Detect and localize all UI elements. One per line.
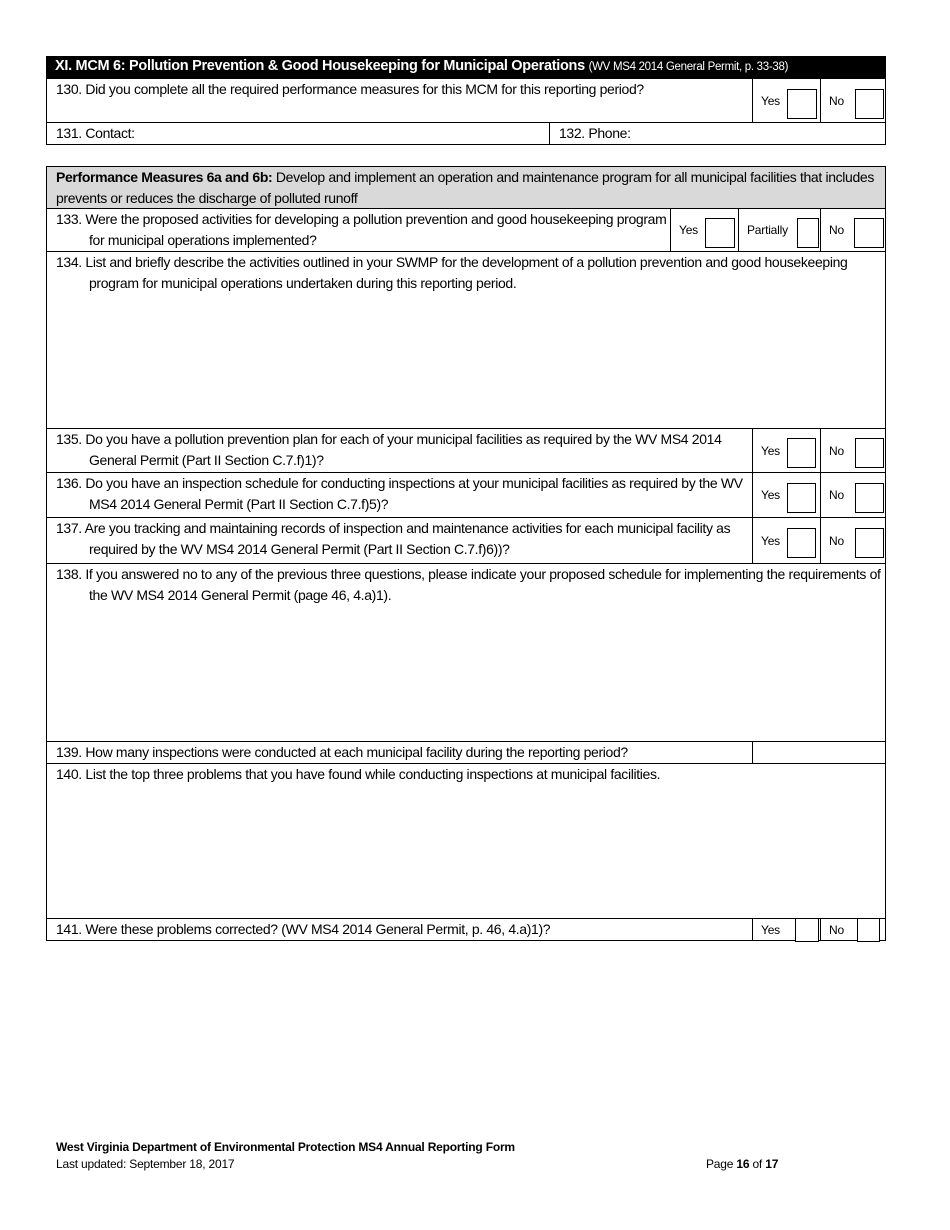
q133-no-checkbox[interactable] (854, 218, 884, 248)
q141-yes-option: Yes (752, 918, 821, 942)
performance-measures-title: Performance Measures 6a and 6b: (56, 169, 273, 185)
q130-question: 130. Did you complete all the required p… (46, 78, 753, 123)
q135-yes-checkbox[interactable] (787, 438, 816, 468)
q130-yes-checkbox[interactable] (787, 89, 817, 119)
q137-question: 137. Are you tracking and maintaining re… (46, 517, 753, 564)
q141-no-option: No (820, 918, 886, 942)
q137-no-option: No (820, 517, 886, 564)
q133-partially-option: Partially (738, 208, 821, 252)
q135-no-checkbox[interactable] (855, 438, 884, 468)
section-title: XI. MCM 6: Pollution Prevention & Good H… (55, 58, 585, 74)
q131-contact-field[interactable]: 131. Contact: (46, 122, 550, 145)
q141-no-checkbox[interactable] (857, 918, 880, 942)
q136-question: 136. Do you have an inspection schedule … (46, 472, 753, 518)
q136-no-checkbox[interactable] (855, 483, 884, 513)
q135-yes-option: Yes (752, 428, 821, 473)
footer-last-updated: Last updated: September 18, 2017 (56, 1157, 235, 1171)
q134-response-area[interactable]: 134. List and briefly describe the activ… (46, 251, 886, 429)
q140-response-area[interactable]: 140. List the top three problems that yo… (46, 763, 886, 919)
section-reference: (WV MS4 2014 General Permit, p. 33-38) (588, 61, 789, 73)
q136-yes-option: Yes (752, 472, 821, 518)
q139-question: 139. How many inspections were conducted… (46, 741, 753, 764)
q133-yes-option: Yes (670, 208, 739, 252)
q137-yes-option: Yes (752, 517, 821, 564)
q130-yes-option: Yes (752, 78, 821, 123)
q137-yes-checkbox[interactable] (787, 528, 816, 558)
q141-question: 141. Were these problems corrected? (WV … (46, 918, 753, 941)
q132-phone-field[interactable]: 132. Phone: (549, 122, 886, 145)
q137-no-checkbox[interactable] (855, 528, 884, 558)
q130-no-checkbox[interactable] (855, 89, 884, 119)
q139-answer-field[interactable] (752, 741, 886, 764)
section-header: XI. MCM 6: Pollution Prevention & Good H… (46, 56, 886, 79)
q138-response-area[interactable]: 138. If you answered no to any of the pr… (46, 563, 886, 742)
q133-yes-checkbox[interactable] (705, 218, 735, 248)
q136-yes-checkbox[interactable] (787, 483, 816, 513)
q133-partially-checkbox[interactable] (797, 218, 819, 248)
q141-yes-checkbox[interactable] (795, 918, 819, 942)
q136-no-option: No (820, 472, 886, 518)
q135-question: 135. Do you have a pollution prevention … (46, 428, 753, 473)
performance-measures-header: Performance Measures 6a and 6b: Develop … (46, 166, 886, 209)
q135-no-option: No (820, 428, 886, 473)
footer-organization: West Virginia Department of Environmenta… (56, 1140, 515, 1154)
footer-page-number: Page 16 of 17 (706, 1157, 779, 1171)
q133-no-option: No (820, 208, 886, 252)
q133-question: 133. Were the proposed activities for de… (46, 208, 671, 252)
q130-no-option: No (820, 78, 886, 123)
